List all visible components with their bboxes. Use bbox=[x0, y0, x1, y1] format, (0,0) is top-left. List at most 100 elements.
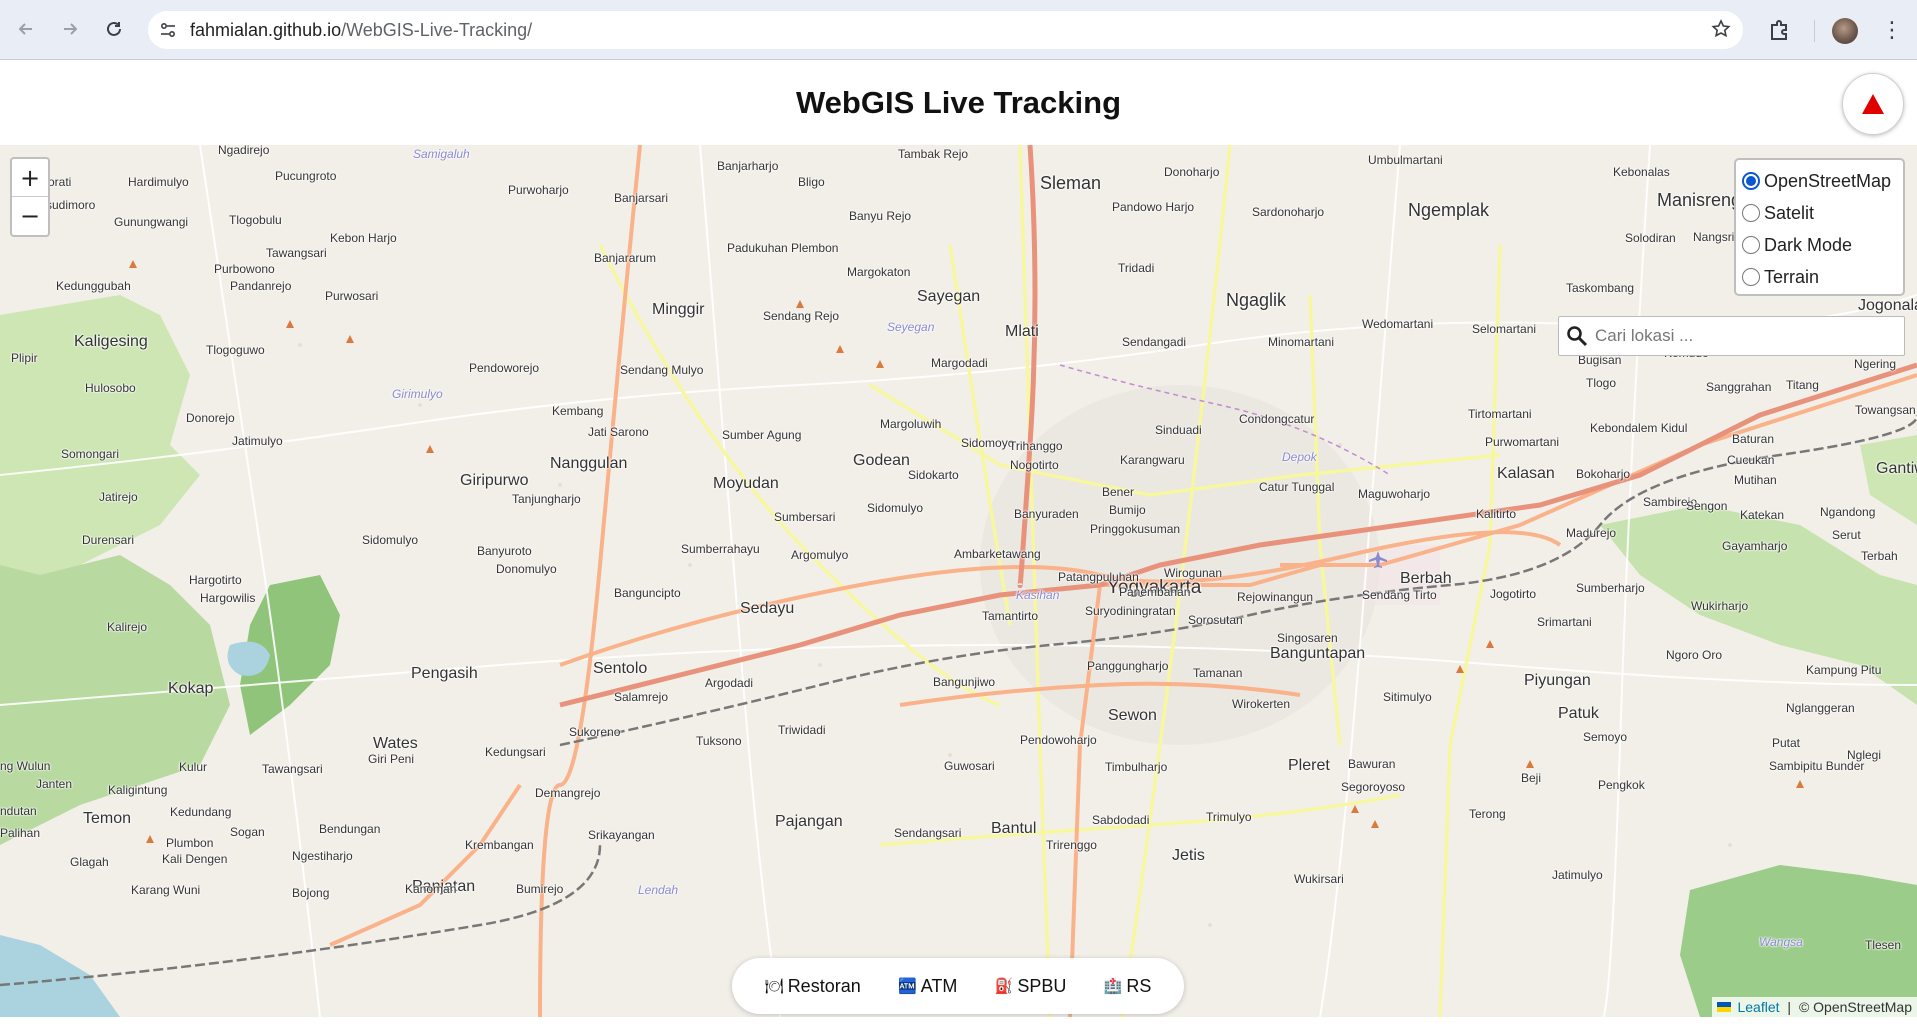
layer-label: Dark Mode bbox=[1764, 234, 1853, 255]
place-label: Bokoharjo bbox=[1576, 467, 1631, 481]
address-bar[interactable]: fahmialan.github.io/WebGIS-Live-Tracking… bbox=[148, 11, 1743, 49]
place-label: Purwoharjo bbox=[508, 183, 569, 197]
place-label: Ngaglik bbox=[1226, 290, 1287, 310]
place-label: Baturan bbox=[1732, 432, 1775, 446]
back-icon[interactable] bbox=[10, 13, 42, 45]
place-label: Trihanggo bbox=[1009, 439, 1063, 453]
zoom-in-button[interactable]: + bbox=[12, 159, 48, 197]
forward-icon[interactable] bbox=[54, 13, 86, 45]
place-label: Segoroyoso bbox=[1341, 780, 1406, 794]
place-label: Lendah bbox=[638, 883, 679, 897]
place-label: Srikayangan bbox=[588, 828, 655, 842]
place-label: Salamrejo bbox=[614, 690, 669, 704]
place-label: Gantiwar bbox=[1876, 460, 1917, 477]
layer-option-dark-mode[interactable]: Dark Mode bbox=[1742, 229, 1897, 261]
place-label: Sendangsari bbox=[894, 826, 962, 840]
place-label: Sogan bbox=[230, 825, 265, 839]
place-label: Panggungharjo bbox=[1087, 659, 1169, 673]
place-label: Sumbersari bbox=[774, 510, 836, 524]
place-label: Kaligintung bbox=[108, 783, 168, 797]
poi-label: ATM bbox=[920, 975, 958, 996]
radio-button[interactable] bbox=[1742, 204, 1760, 222]
place-label: Jatimulyo bbox=[232, 434, 283, 448]
place-label: Banyuraden bbox=[1014, 507, 1079, 521]
poi-filter-rs[interactable]: 🏥 RS bbox=[1104, 976, 1152, 997]
place-label: Sendangadi bbox=[1122, 335, 1187, 349]
place-label: Nglanggeran bbox=[1786, 701, 1855, 715]
poi-filter-spbu[interactable]: ⛽ SPBU bbox=[995, 976, 1067, 997]
place-label: Gunungwangi bbox=[114, 215, 189, 229]
place-label: Pleret bbox=[1288, 757, 1330, 774]
bookmark-star-icon[interactable] bbox=[1711, 19, 1731, 45]
poi-label: SPBU bbox=[1017, 975, 1067, 996]
place-label: Kebondalem Kidul bbox=[1590, 421, 1688, 435]
toolbar-divider bbox=[1814, 20, 1815, 42]
site-info-icon[interactable] bbox=[158, 20, 178, 40]
place-label: Kokap bbox=[168, 680, 214, 697]
place-label: Kedunggubah bbox=[56, 279, 131, 293]
zoom-out-button[interactable]: − bbox=[12, 197, 48, 235]
place-label: Suryodiningratan bbox=[1085, 604, 1176, 618]
search-icon[interactable] bbox=[1559, 318, 1595, 354]
place-label: Argodadi bbox=[705, 676, 754, 690]
place-label: Towangsan bbox=[1855, 403, 1916, 417]
place-label: Donoharjo bbox=[1164, 165, 1220, 179]
place-label: Titang bbox=[1786, 378, 1819, 392]
place-label: Putat bbox=[1772, 736, 1801, 750]
layer-option-satelit[interactable]: Satelit bbox=[1742, 197, 1897, 229]
place-label: Depok bbox=[1282, 450, 1317, 464]
poi-filter-restoran[interactable]: 🍽 Restoran bbox=[765, 976, 861, 997]
place-label: Ngering bbox=[1854, 357, 1897, 371]
place-label: Padukuhan Plembon bbox=[727, 241, 839, 255]
fuel-pump-icon: ⛽ bbox=[994, 978, 1014, 995]
place-label: Singosaren bbox=[1277, 631, 1338, 645]
place-label: Karang Wuni bbox=[131, 883, 201, 897]
place-label: Sleman bbox=[1040, 173, 1102, 193]
place-label: Guwosari bbox=[944, 759, 995, 773]
place-label: Sorosutan bbox=[1188, 613, 1243, 627]
radio-button[interactable] bbox=[1742, 172, 1760, 190]
place-label: Tuksono bbox=[696, 734, 742, 748]
layer-option-terrain[interactable]: Terrain bbox=[1742, 261, 1897, 293]
restaurant-icon: 🍽 bbox=[764, 978, 784, 995]
place-label: Temon bbox=[83, 810, 132, 827]
place-label: Ambarketawang bbox=[954, 547, 1041, 561]
place-label: Trimulyo bbox=[1206, 810, 1252, 824]
profile-avatar[interactable] bbox=[1832, 18, 1858, 44]
place-label: orati bbox=[48, 175, 72, 189]
place-label: Terbah bbox=[1861, 549, 1898, 563]
attribution-separator: | bbox=[1783, 999, 1795, 1015]
place-label: Sidokarto bbox=[908, 468, 959, 482]
north-arrow-button[interactable] bbox=[1842, 73, 1904, 135]
place-label: Piyungan bbox=[1524, 672, 1591, 689]
place-label: Minggir bbox=[652, 301, 705, 318]
radio-button[interactable] bbox=[1742, 236, 1760, 254]
place-label: Demangrejo bbox=[535, 786, 601, 800]
leaflet-link[interactable]: Leaflet bbox=[1737, 999, 1779, 1015]
place-label: Wukirharjo bbox=[1691, 599, 1749, 613]
place-label: Purwomartani bbox=[1485, 435, 1560, 449]
search-input[interactable] bbox=[1595, 326, 1885, 346]
map-container[interactable]: Yogyakarta Sleman Ngemplak Manisrenggo S… bbox=[0, 145, 1917, 1017]
place-label: Trirenggo bbox=[1046, 838, 1097, 852]
place-label: Bumijo bbox=[1109, 503, 1146, 517]
browser-menu-icon[interactable]: ⋮ bbox=[1880, 14, 1904, 46]
place-label: Kali Dengen bbox=[162, 852, 228, 866]
place-label: Pajangan bbox=[775, 813, 843, 830]
place-label: Panembahan bbox=[1119, 585, 1191, 599]
radio-button[interactable] bbox=[1742, 268, 1760, 286]
poi-filter-bar: 🍽 Restoran 🏧 ATM ⛽ SPBU 🏥 RS bbox=[732, 958, 1184, 1014]
reload-icon[interactable] bbox=[98, 13, 130, 45]
place-label: Palihan bbox=[0, 826, 41, 840]
layer-option-openstreetmap[interactable]: OpenStreetMap bbox=[1742, 165, 1897, 197]
extensions-icon[interactable] bbox=[1763, 14, 1795, 46]
place-label: Sidomoyo bbox=[961, 436, 1015, 450]
place-label: Wates bbox=[373, 735, 418, 752]
place-label: Kedundang bbox=[170, 805, 232, 819]
place-label: Karangwaru bbox=[1120, 453, 1185, 467]
place-label: Banyu Rejo bbox=[849, 209, 912, 223]
place-label: Samigaluh bbox=[413, 147, 470, 161]
place-label: Hargotirto bbox=[189, 573, 242, 587]
poi-filter-atm[interactable]: 🏧 ATM bbox=[898, 976, 957, 997]
place-label: Catur Tunggal bbox=[1259, 480, 1335, 494]
